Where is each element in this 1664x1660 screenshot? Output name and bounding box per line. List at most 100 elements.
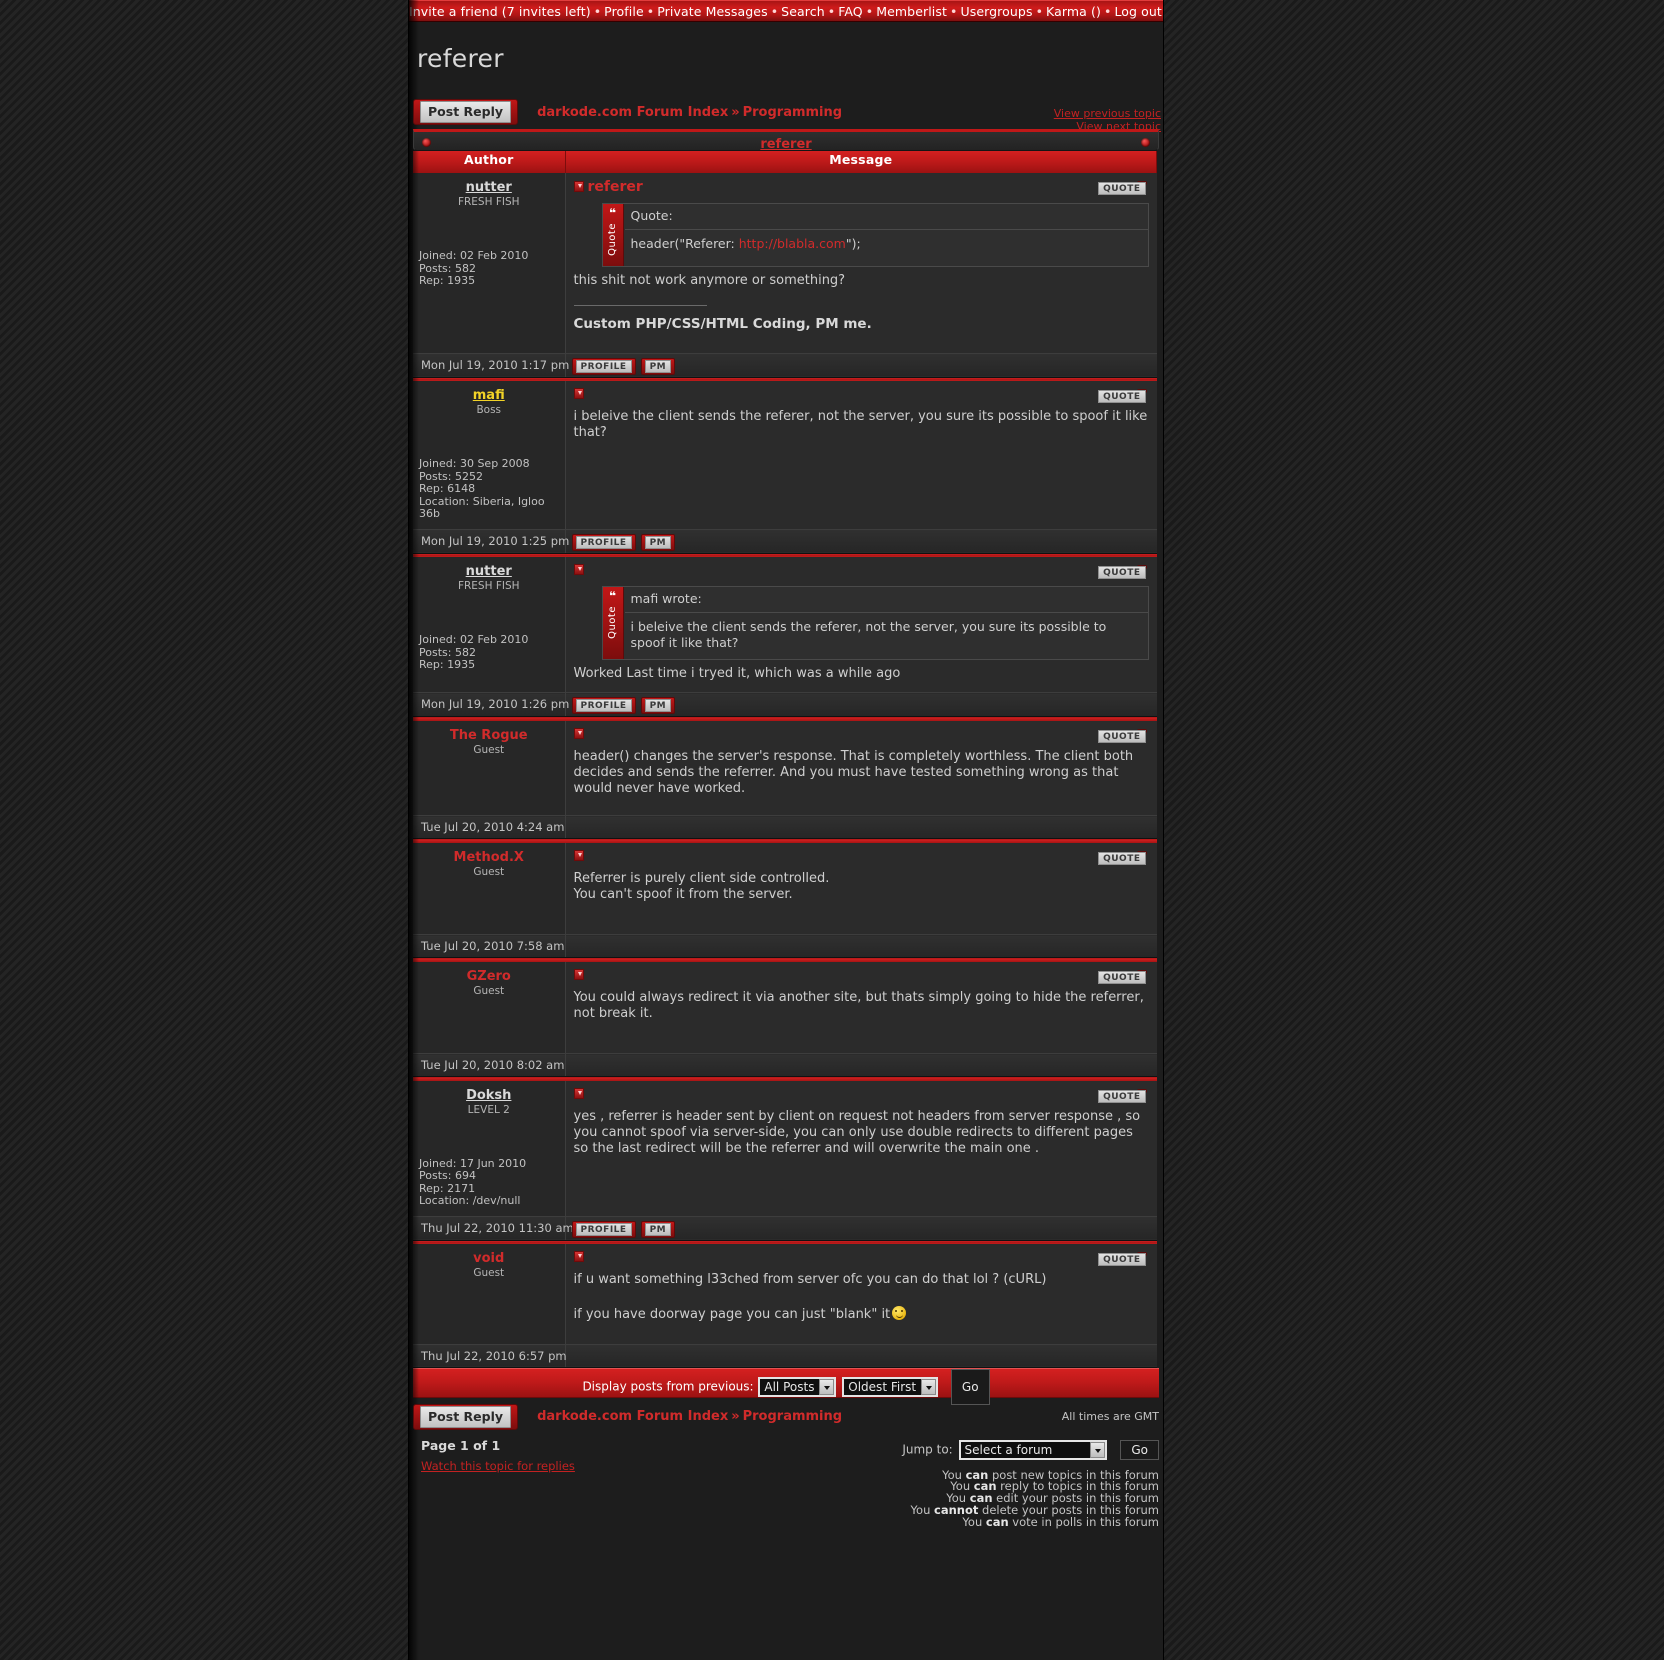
post-marker-icon — [573, 727, 584, 739]
nav-link-profile[interactable]: Profile — [604, 4, 644, 19]
sort-order-value: Oldest First — [848, 1379, 917, 1394]
post-body-line: header() changes the server's response. … — [573, 748, 1134, 796]
post-author-name[interactable]: mafi — [419, 388, 559, 403]
post-author-name[interactable]: nutter — [419, 564, 559, 579]
profile-button[interactable]: PROFILE — [575, 359, 632, 373]
post-body-line: You could always redirect it via another… — [573, 989, 1144, 1021]
chevron-down-icon[interactable] — [1089, 1441, 1105, 1458]
quote-body: i beleive the client sends the referer, … — [630, 619, 1107, 650]
all-times-label: All times are GMT — [1061, 1409, 1159, 1423]
post-author-cell: void Guest — [413, 1244, 566, 1345]
post-message-cell: referer QUOTE ❝ Quote Quote: header("Referer:… — [565, 173, 1157, 354]
watch-topic-link[interactable]: Watch this topic for replies — [421, 1459, 575, 1473]
nav-separator: • — [770, 4, 779, 19]
post-row: nutter FRESH FISH Joined: 02 Feb 2010 Posts… — [413, 557, 1157, 693]
bullet-dot-left-icon — [422, 138, 431, 147]
nav-link-memberlist[interactable]: Memberlist — [876, 4, 947, 19]
nav-link-karma[interactable]: Karma () — [1046, 4, 1101, 19]
post-footer-buttons: PROFILE PM — [565, 529, 1157, 554]
post-author-cell: Method.X Guest — [413, 842, 566, 935]
post-row: The Rogue Guest QUOTE header() changes the … — [413, 720, 1157, 816]
post-marker-icon — [573, 388, 584, 399]
view-previous-topic-link[interactable]: View previous topic — [1054, 107, 1161, 120]
quote-button[interactable]: QUOTE — [1098, 1253, 1146, 1266]
chevron-down-icon[interactable] — [921, 1378, 937, 1395]
post-message-cell: QUOTE ❝ Quote mafi wrote: i beleive the clie… — [565, 557, 1157, 693]
profile-button-frame: PROFILE — [571, 697, 636, 714]
quote-button[interactable]: QUOTE — [1098, 566, 1146, 579]
pm-button-frame: PM — [640, 1220, 676, 1238]
nav-link-private-messages[interactable]: Private Messages — [657, 4, 767, 19]
post-footer-buttons — [565, 934, 1157, 958]
forum-permissions: You can post new topics in this forum You… — [911, 1469, 1159, 1529]
post-body-line: Referrer is purely client side controlle… — [573, 870, 830, 886]
post-body-text: header() changes the server's response. … — [574, 749, 1149, 797]
nav-link-faq[interactable]: FAQ — [838, 4, 863, 19]
nav-link-usergroups[interactable]: Usergroups — [960, 4, 1032, 19]
post-marker-icon — [573, 564, 584, 575]
post-author-name: Method.X — [453, 849, 524, 865]
post-message-cell: QUOTE if u want something l33ched from se… — [565, 1244, 1157, 1345]
pm-button[interactable]: PM — [644, 1222, 672, 1236]
quote-url[interactable]: http://blabla.com — [739, 236, 846, 251]
quote-button[interactable]: QUOTE — [1098, 390, 1146, 403]
post-author-stat: Rep: 1935 — [419, 274, 476, 287]
post-reply-button-bottom[interactable]: Post Reply — [420, 1405, 511, 1428]
breadcrumb-programming-bottom[interactable]: Programming — [743, 1409, 842, 1424]
signature-divider — [573, 305, 707, 306]
quote-button[interactable]: QUOTE — [1098, 970, 1146, 984]
post-marker-icon — [573, 1087, 584, 1099]
nav-link-logout[interactable]: Log out [ Nassef ] — [1114, 4, 1163, 19]
post-marker-icon — [573, 1251, 584, 1262]
post-footer-buttons — [565, 815, 1157, 839]
breadcrumb: darkode.com Forum Index» Programming — [537, 105, 842, 120]
post-date: Tue Jul 20, 2010 4:24 am — [413, 815, 566, 839]
quote-button[interactable]: QUOTE — [1098, 1089, 1146, 1103]
quote-button[interactable]: QUOTE — [1098, 851, 1146, 865]
quote-button-frame: QUOTE — [1098, 181, 1147, 195]
breadcrumb-forum-index-bottom[interactable]: darkode.com Forum Index — [537, 1409, 728, 1424]
post-header: QUOTE — [573, 727, 1149, 743]
post-author-rank: Guest — [473, 1267, 505, 1279]
post-row: void Guest QUOTE if u want something l33che… — [413, 1244, 1157, 1345]
jump-to-select[interactable]: Select a forum — [958, 1439, 1107, 1460]
post-author-name[interactable]: nutter — [419, 180, 559, 195]
pm-button[interactable]: PM — [644, 535, 672, 549]
profile-button[interactable]: PROFILE — [575, 699, 632, 712]
pm-button[interactable]: PM — [644, 699, 672, 712]
profile-button[interactable]: PROFILE — [575, 1222, 632, 1236]
nav-link-search[interactable]: Search — [781, 4, 825, 19]
breadcrumb-programming[interactable]: Programming — [743, 105, 842, 120]
pm-button[interactable]: PM — [644, 359, 672, 373]
quote-title: Quote: — [624, 204, 1148, 230]
post-author-name[interactable]: Doksh — [419, 1088, 559, 1103]
breadcrumb-forum-index[interactable]: darkode.com Forum Index — [537, 105, 728, 120]
quote-button[interactable]: QUOTE — [1098, 729, 1146, 743]
post-header: QUOTE — [573, 1087, 1149, 1103]
chevron-down-icon[interactable] — [819, 1378, 835, 1395]
profile-button[interactable]: PROFILE — [575, 535, 632, 549]
topic-title-link[interactable]: referer — [760, 137, 811, 152]
post-author-rank: FRESH FISH — [457, 196, 520, 208]
bullet-dot-right-icon — [1141, 138, 1150, 147]
post-date: Tue Jul 20, 2010 8:02 am — [413, 1053, 566, 1077]
nav-separator: • — [827, 4, 836, 19]
nav-separator: • — [865, 4, 874, 19]
post-footer-buttons — [565, 1344, 1157, 1368]
sort-order-select[interactable]: Oldest First — [842, 1376, 939, 1397]
nav-link-invite[interactable]: Invite a friend (7 invites left) — [409, 4, 591, 19]
post-author-stat: Posts: 694 — [419, 1169, 476, 1182]
quote-button-frame: QUOTE — [1098, 389, 1147, 403]
nav-separator: • — [1103, 4, 1112, 19]
post-date: Tue Jul 20, 2010 7:58 am — [413, 934, 566, 958]
post-body-text: yes , referrer is header sent by client … — [574, 1109, 1149, 1157]
quote-button[interactable]: QUOTE — [1098, 182, 1146, 195]
post-author-rank: Guest — [473, 984, 505, 997]
post-row: Doksh LEVEL 2 Joined: 17 Jun 2010 Posts: 69… — [413, 1080, 1157, 1217]
post-author-stats: Joined: 30 Sep 2008 Posts: 5252 Rep: 6148 L… — [419, 457, 559, 521]
jump-to-go-button[interactable]: Go — [1120, 1439, 1159, 1460]
post-body-text: if u want something l33ched from server … — [574, 1272, 1149, 1288]
post-reply-button[interactable]: Post Reply — [420, 101, 511, 123]
posts-filter-select[interactable]: All Posts — [758, 1376, 837, 1397]
quote-button-frame: QUOTE — [1098, 728, 1147, 743]
